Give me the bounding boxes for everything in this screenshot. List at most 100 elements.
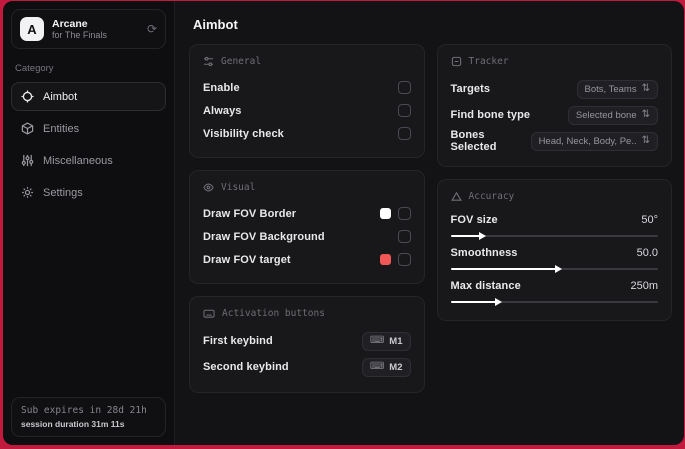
row-label: Max distance xyxy=(450,280,521,292)
find-bone-type-dropdown[interactable]: Selected bone ⇅ xyxy=(567,105,658,125)
setting-row: Targets Bots, Teams ⇅ xyxy=(450,77,658,101)
page-title: Aimbot xyxy=(193,17,238,32)
slider-row: Max distance 250m xyxy=(450,278,658,306)
sub-expiry-text: Sub expires in 28d 21h xyxy=(21,405,147,416)
row-label: First keybind xyxy=(203,335,273,347)
setting-row: Find bone type Selected bone ⇅ xyxy=(450,103,658,127)
keyboard-icon xyxy=(203,308,215,319)
setting-row: Always xyxy=(203,100,411,121)
right-column: Tracker Targets Bots, Teams ⇅ Find bone … xyxy=(436,44,672,393)
row-label: Always xyxy=(203,104,242,117)
chevrons-up-down-icon: ⇅ xyxy=(641,83,650,94)
category-label: Category xyxy=(15,63,54,74)
crosshair-icon xyxy=(21,90,34,103)
card-accuracy: Accuracy FOV size 50° Smoothness 50.0 Ma… xyxy=(436,179,672,321)
row-label: FOV size xyxy=(450,214,498,226)
fov-size-slider[interactable] xyxy=(450,232,658,240)
fov-border-color-swatch[interactable] xyxy=(379,208,391,219)
sliders-horizontal-icon xyxy=(203,56,214,67)
app-meta: Arcane for The Finals xyxy=(52,18,139,40)
setting-row: Visibility check xyxy=(203,123,411,144)
app-logo: A xyxy=(20,17,44,41)
card-title: Tracker xyxy=(468,56,509,67)
card-title: Activation buttons xyxy=(222,308,325,319)
row-label: Draw FOV target xyxy=(203,253,291,266)
scan-icon xyxy=(451,56,462,67)
sidebar: A Arcane for The Finals ⟳ Category Aimbo… xyxy=(3,1,175,445)
slider-fill xyxy=(450,232,486,240)
setting-row: Second keybind ⌨ M2 xyxy=(203,355,411,379)
dropdown-value: Selected bone xyxy=(575,109,637,121)
max-distance-slider[interactable] xyxy=(450,298,658,306)
row-label: Enable xyxy=(203,81,240,94)
sidebar-item-label: Entities xyxy=(43,122,80,135)
slider-value: 250m xyxy=(630,280,658,292)
row-label: Smoothness xyxy=(450,247,518,259)
card-title: General xyxy=(221,56,262,67)
app-header: A Arcane for The Finals ⟳ xyxy=(11,9,166,49)
sliders-icon xyxy=(21,154,34,167)
setting-row: Draw FOV target xyxy=(203,249,411,270)
enable-checkbox[interactable] xyxy=(397,81,411,94)
row-label: Find bone type xyxy=(450,109,531,121)
bones-selected-dropdown[interactable]: Head, Neck, Body, Pe.. ⇅ xyxy=(530,131,658,151)
left-column: General Enable Always Visibility check V… xyxy=(189,44,425,393)
sidebar-item-miscellaneous[interactable]: Miscellaneous xyxy=(11,146,166,175)
card-activation-buttons: Activation buttons First keybind ⌨ M1 Se… xyxy=(189,296,425,393)
card-tracker: Tracker Targets Bots, Teams ⇅ Find bone … xyxy=(436,44,672,167)
dropdown-value: Bots, Teams xyxy=(584,83,637,95)
sidebar-item-settings[interactable]: Settings xyxy=(11,178,166,207)
row-label: Second keybind xyxy=(203,361,289,373)
app-window: A Arcane for The Finals ⟳ Category Aimbo… xyxy=(3,1,684,445)
slider-value: 50.0 xyxy=(636,247,658,259)
slider-fill xyxy=(450,265,563,273)
keyboard-icon: ⌨ xyxy=(369,361,385,372)
setting-row: Draw FOV Border xyxy=(203,203,411,224)
eye-icon xyxy=(203,182,214,193)
app-subtitle: for The Finals xyxy=(52,29,107,40)
triangle-icon xyxy=(450,191,462,202)
setting-row: First keybind ⌨ M1 xyxy=(203,329,411,353)
row-label: Draw FOV Background xyxy=(203,230,325,243)
card-visual: Visual Draw FOV Border Draw FOV Backgrou… xyxy=(189,170,425,284)
row-label: Visibility check xyxy=(203,127,284,140)
draw-fov-background-checkbox[interactable] xyxy=(397,230,411,243)
card-general: General Enable Always Visibility check xyxy=(189,44,425,158)
slider-value: 50° xyxy=(641,214,658,226)
second-keybind-button[interactable]: ⌨ M2 xyxy=(361,357,411,377)
sidebar-item-entities[interactable]: Entities xyxy=(11,114,166,143)
chevrons-up-down-icon: ⇅ xyxy=(641,135,650,146)
row-label: Targets xyxy=(450,83,491,95)
sidebar-item-label: Settings xyxy=(43,186,83,199)
keyboard-icon: ⌨ xyxy=(369,335,385,346)
row-label: Bones Selected xyxy=(450,129,497,153)
setting-row: Bones Selected Head, Neck, Body, Pe.. ⇅ xyxy=(450,129,658,153)
sidebar-item-label: Aimbot xyxy=(43,90,78,103)
targets-dropdown[interactable]: Bots, Teams ⇅ xyxy=(576,79,658,99)
sidebar-item-label: Miscellaneous xyxy=(43,154,113,167)
row-label: Draw FOV Border xyxy=(203,207,297,220)
visibility-check-checkbox[interactable] xyxy=(397,127,411,140)
first-keybind-button[interactable]: ⌨ M1 xyxy=(361,331,411,351)
draw-fov-border-checkbox[interactable] xyxy=(397,207,411,220)
subscription-info: Sub expires in 28d 21h session duration … xyxy=(11,397,166,437)
card-title: Visual xyxy=(221,182,256,193)
main-content: Aimbot General Enable Always Visibility … xyxy=(175,1,684,445)
smoothness-slider[interactable] xyxy=(450,265,658,273)
gear-icon xyxy=(21,186,34,199)
keybind-value: M2 xyxy=(389,361,403,373)
dropdown-value: Head, Neck, Body, Pe.. xyxy=(538,135,637,147)
setting-row: Enable xyxy=(203,77,411,98)
keybind-value: M1 xyxy=(389,335,403,347)
session-duration-text: session duration 31m 11s xyxy=(21,419,125,429)
sidebar-item-aimbot[interactable]: Aimbot xyxy=(11,82,166,111)
card-title: Accuracy xyxy=(468,191,515,202)
always-checkbox[interactable] xyxy=(397,104,411,117)
fov-target-color-swatch[interactable] xyxy=(379,254,391,265)
refresh-icon[interactable]: ⟳ xyxy=(147,22,157,36)
slider-row: Smoothness 50.0 xyxy=(450,245,658,273)
app-name: Arcane xyxy=(52,17,88,30)
draw-fov-target-checkbox[interactable] xyxy=(397,253,411,266)
cube-icon xyxy=(21,122,34,135)
slider-row: FOV size 50° xyxy=(450,212,658,240)
